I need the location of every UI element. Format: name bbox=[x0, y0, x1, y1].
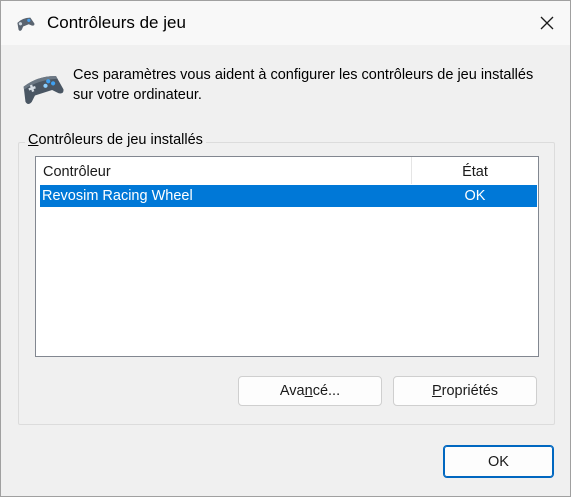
list-header: Contrôleur État bbox=[36, 157, 538, 185]
controllers-list[interactable]: Contrôleur État Revosim Racing Wheel OK bbox=[35, 156, 539, 357]
description-text: Ces paramètres vous aident à configurer … bbox=[73, 67, 534, 103]
close-button[interactable] bbox=[523, 1, 570, 45]
advanced-button[interactable]: Ava n cé... bbox=[238, 376, 382, 406]
close-icon bbox=[540, 16, 553, 30]
column-header-state[interactable]: État bbox=[412, 164, 538, 180]
game-controllers-dialog: Contrôleurs de jeu Ces paramètres vous a… bbox=[0, 0, 571, 497]
properties-button[interactable]: Propriétés bbox=[393, 376, 537, 406]
title-bar[interactable]: Contrôleurs de jeu bbox=[1, 1, 570, 45]
controller-name: Revosim Racing Wheel bbox=[42, 188, 193, 204]
group-label: Contrôleurs de jeu installés bbox=[25, 132, 206, 148]
ok-button[interactable]: OK bbox=[443, 445, 554, 478]
gamepad-icon bbox=[17, 17, 35, 31]
window-title: Contrôleurs de jeu bbox=[47, 13, 186, 32]
gamepad-icon bbox=[23, 76, 64, 105]
list-item[interactable]: Revosim Racing Wheel OK bbox=[40, 185, 537, 207]
column-header-controller[interactable]: Contrôleur bbox=[43, 164, 111, 180]
controller-state: OK bbox=[464, 188, 486, 204]
